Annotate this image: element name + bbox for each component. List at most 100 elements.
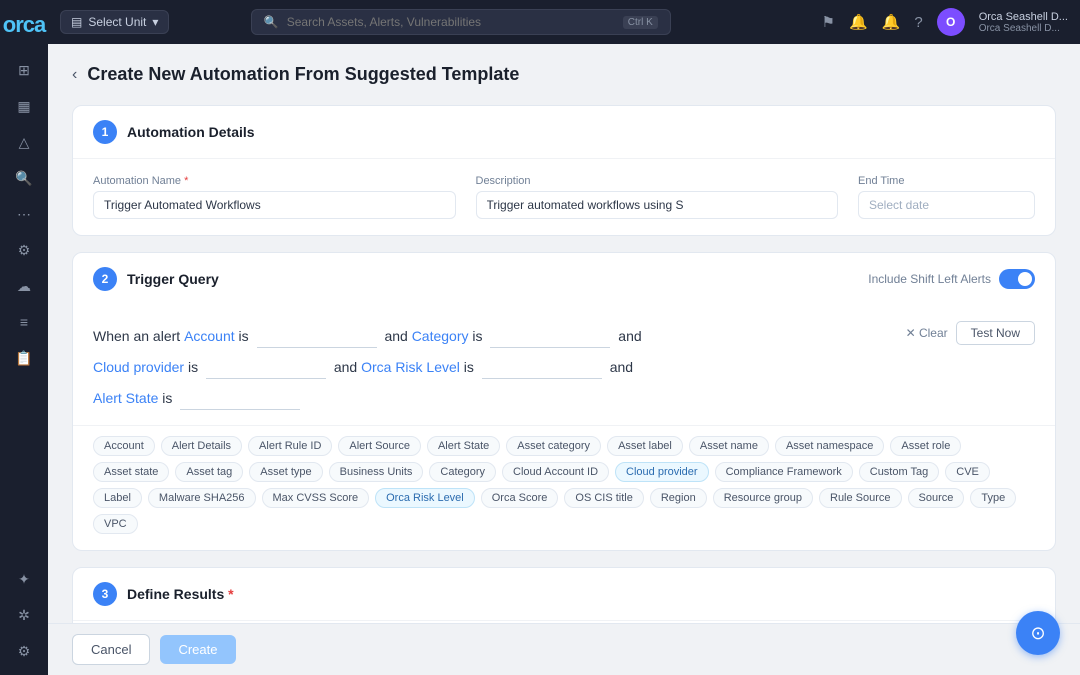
query-and-1: and bbox=[384, 328, 411, 344]
filter-tag[interactable]: Account bbox=[93, 436, 155, 456]
query-category-link[interactable]: Category bbox=[412, 328, 469, 344]
filter-tag[interactable]: Custom Tag bbox=[859, 462, 940, 482]
include-shift-toggle[interactable] bbox=[999, 269, 1035, 289]
sidebar-item-settings[interactable]: ⚙ bbox=[8, 234, 40, 266]
define-results-title: Define Results * bbox=[127, 586, 234, 602]
filter-tag[interactable]: Asset category bbox=[506, 436, 601, 456]
bell-icon[interactable]: 🔔 bbox=[849, 13, 868, 31]
test-now-button[interactable]: Test Now bbox=[956, 321, 1035, 345]
filter-tag[interactable]: Alert State bbox=[427, 436, 500, 456]
query-is-5: is bbox=[162, 390, 176, 406]
description-input[interactable] bbox=[476, 191, 839, 219]
sidebar-item-list[interactable]: ≡ bbox=[8, 306, 40, 338]
filter-tag[interactable]: Asset label bbox=[607, 436, 683, 456]
query-account-link[interactable]: Account bbox=[184, 328, 235, 344]
filter-tag[interactable]: Cloud Account ID bbox=[502, 462, 609, 482]
query-account-value[interactable] bbox=[257, 326, 377, 348]
notification-icon[interactable]: 🔔 bbox=[882, 13, 901, 31]
query-is-1: is bbox=[239, 328, 253, 344]
search-icon: 🔍 bbox=[264, 15, 279, 29]
query-and-3: and bbox=[334, 359, 361, 375]
filter-tag[interactable]: VPC bbox=[93, 514, 138, 534]
filter-tag[interactable]: Max CVSS Score bbox=[262, 488, 370, 508]
filter-tag[interactable]: Asset tag bbox=[175, 462, 243, 482]
filter-tag[interactable]: Type bbox=[970, 488, 1016, 508]
sidebar-item-alerts[interactable]: △ bbox=[8, 126, 40, 158]
sidebar-item-grid[interactable]: ▦ bbox=[8, 90, 40, 122]
filter-tag[interactable]: Business Units bbox=[329, 462, 424, 482]
filter-tag[interactable]: Category bbox=[429, 462, 496, 482]
chevron-down-icon: ▾ bbox=[152, 15, 158, 29]
cancel-button[interactable]: Cancel bbox=[72, 634, 150, 665]
filter-tag[interactable]: Asset role bbox=[890, 436, 961, 456]
automation-name-group: Automation Name * bbox=[93, 175, 456, 219]
automation-name-input[interactable] bbox=[93, 191, 456, 219]
clear-button[interactable]: ✕ Clear bbox=[906, 326, 948, 340]
query-alert-state-value[interactable] bbox=[180, 388, 300, 410]
filter-tag[interactable]: Asset namespace bbox=[775, 436, 884, 456]
sidebar: orca ⊞ ▦ △ 🔍 ⋯ ⚙ ☁ ≡ 📋 ✦ ✲ ⚙ bbox=[0, 0, 48, 675]
search-shortcut: Ctrl K bbox=[623, 16, 658, 29]
fab-button[interactable]: ⊙ bbox=[1016, 611, 1060, 655]
query-orca-risk-value[interactable] bbox=[482, 357, 602, 379]
define-results-header: 3 Define Results * bbox=[73, 568, 1055, 621]
end-time-group: End Time bbox=[858, 175, 1035, 219]
filter-tag[interactable]: Asset name bbox=[689, 436, 769, 456]
trigger-query-title: Trigger Query bbox=[127, 271, 219, 287]
sidebar-item-search[interactable]: 🔍 bbox=[8, 162, 40, 194]
sidebar-item-connect[interactable]: ✦ bbox=[8, 563, 40, 595]
include-shift-label: Include Shift Left Alerts bbox=[868, 272, 991, 286]
flag-icon[interactable]: ⚑ bbox=[822, 13, 835, 31]
sidebar-item-report[interactable]: 📋 bbox=[8, 342, 40, 374]
trigger-query-section: 2 Trigger Query Include Shift Left Alert… bbox=[72, 252, 1056, 551]
query-text-when: When an alert bbox=[93, 328, 180, 344]
filter-tag[interactable]: Malware SHA256 bbox=[148, 488, 256, 508]
unit-selector[interactable]: ▤ Select Unit ▾ bbox=[60, 10, 169, 34]
sidebar-item-plugin[interactable]: ✲ bbox=[8, 599, 40, 631]
filter-tag[interactable]: CVE bbox=[945, 462, 990, 482]
main-wrapper: ▤ Select Unit ▾ 🔍 Ctrl K ⚑ 🔔 🔔 ? O Orca … bbox=[48, 0, 1080, 675]
query-builder: ✕ Clear Test Now When an alert Account i… bbox=[73, 305, 1055, 425]
filter-tag[interactable]: Alert Rule ID bbox=[248, 436, 332, 456]
page-title: Create New Automation From Suggested Tem… bbox=[87, 64, 519, 85]
back-button[interactable]: ‹ bbox=[72, 67, 77, 83]
filter-tag[interactable]: Compliance Framework bbox=[715, 462, 853, 482]
navbar: ▤ Select Unit ▾ 🔍 Ctrl K ⚑ 🔔 🔔 ? O Orca … bbox=[48, 0, 1080, 44]
sidebar-item-dashboard[interactable]: ⊞ bbox=[8, 54, 40, 86]
filter-tag[interactable]: Asset state bbox=[93, 462, 169, 482]
automation-name-label: Automation Name * bbox=[93, 175, 456, 187]
query-category-value[interactable] bbox=[490, 326, 610, 348]
query-and-2: and bbox=[618, 328, 641, 344]
filter-tag[interactable]: Region bbox=[650, 488, 707, 508]
filter-tag[interactable]: Asset type bbox=[249, 462, 322, 482]
unit-icon: ▤ bbox=[71, 15, 82, 29]
filter-tag[interactable]: Alert Details bbox=[161, 436, 242, 456]
filter-tag[interactable]: Orca Score bbox=[481, 488, 559, 508]
user-name: Orca Seashell D... bbox=[979, 11, 1068, 23]
include-shift-area: Include Shift Left Alerts bbox=[868, 269, 1035, 289]
trigger-title-area: 2 Trigger Query bbox=[93, 267, 858, 291]
query-cloud-provider-value[interactable] bbox=[206, 357, 326, 379]
filter-tag[interactable]: Label bbox=[93, 488, 142, 508]
sidebar-item-gear[interactable]: ⚙ bbox=[8, 635, 40, 667]
end-time-input[interactable] bbox=[858, 191, 1035, 219]
query-cloud-provider-link[interactable]: Cloud provider bbox=[93, 359, 184, 375]
query-orca-risk-link[interactable]: Orca Risk Level bbox=[361, 359, 460, 375]
required-mark: * bbox=[181, 175, 188, 187]
filter-tag[interactable]: Cloud provider bbox=[615, 462, 709, 482]
filter-tag[interactable]: Source bbox=[908, 488, 965, 508]
help-icon[interactable]: ? bbox=[914, 14, 922, 31]
automation-details-section: 1 Automation Details Automation Name * D… bbox=[72, 105, 1056, 236]
sidebar-item-cloud[interactable]: ☁ bbox=[8, 270, 40, 302]
sidebar-item-workflow[interactable]: ⋯ bbox=[8, 198, 40, 230]
filter-tag[interactable]: Alert Source bbox=[338, 436, 421, 456]
avatar[interactable]: O bbox=[937, 8, 965, 36]
query-alert-state-link[interactable]: Alert State bbox=[93, 390, 158, 406]
filter-tag[interactable]: Orca Risk Level bbox=[375, 488, 475, 508]
create-button[interactable]: Create bbox=[160, 635, 235, 664]
filter-tag[interactable]: Resource group bbox=[713, 488, 813, 508]
search-bar: 🔍 Ctrl K bbox=[251, 9, 671, 35]
filter-tag[interactable]: Rule Source bbox=[819, 488, 902, 508]
filter-tag[interactable]: OS CIS title bbox=[564, 488, 643, 508]
search-input[interactable] bbox=[287, 15, 615, 29]
